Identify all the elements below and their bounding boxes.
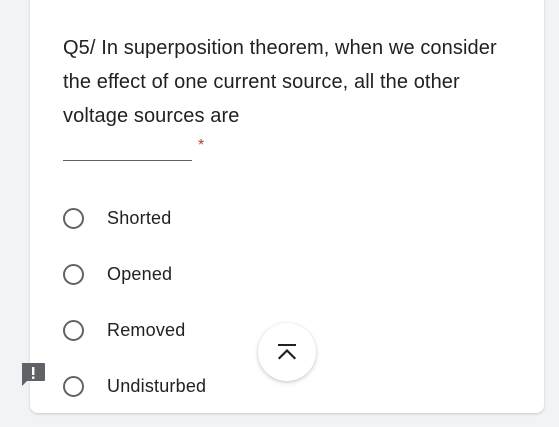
question-text: Q5/ In superposition theorem, when we co… (63, 37, 497, 127)
feedback-report-icon[interactable] (19, 360, 47, 388)
radio-button[interactable] (63, 263, 84, 285)
option-label: Opened (107, 263, 173, 284)
required-asterisk: * (198, 137, 205, 154)
option-removed[interactable]: Removed (63, 316, 185, 344)
answer-blank-line (63, 160, 192, 161)
radio-button[interactable] (63, 375, 84, 397)
option-shorted[interactable]: Shorted (63, 204, 171, 232)
option-undisturbed[interactable]: Undisturbed (63, 372, 206, 400)
radio-button[interactable] (63, 319, 84, 341)
arrow-up-to-top-icon (277, 344, 297, 360)
option-label: Shorted (107, 207, 172, 228)
option-label: Removed (107, 319, 186, 340)
option-opened[interactable]: Opened (63, 260, 172, 288)
option-label: Undisturbed (107, 375, 207, 396)
radio-button[interactable] (63, 207, 84, 229)
scroll-to-top-button[interactable] (258, 323, 316, 381)
